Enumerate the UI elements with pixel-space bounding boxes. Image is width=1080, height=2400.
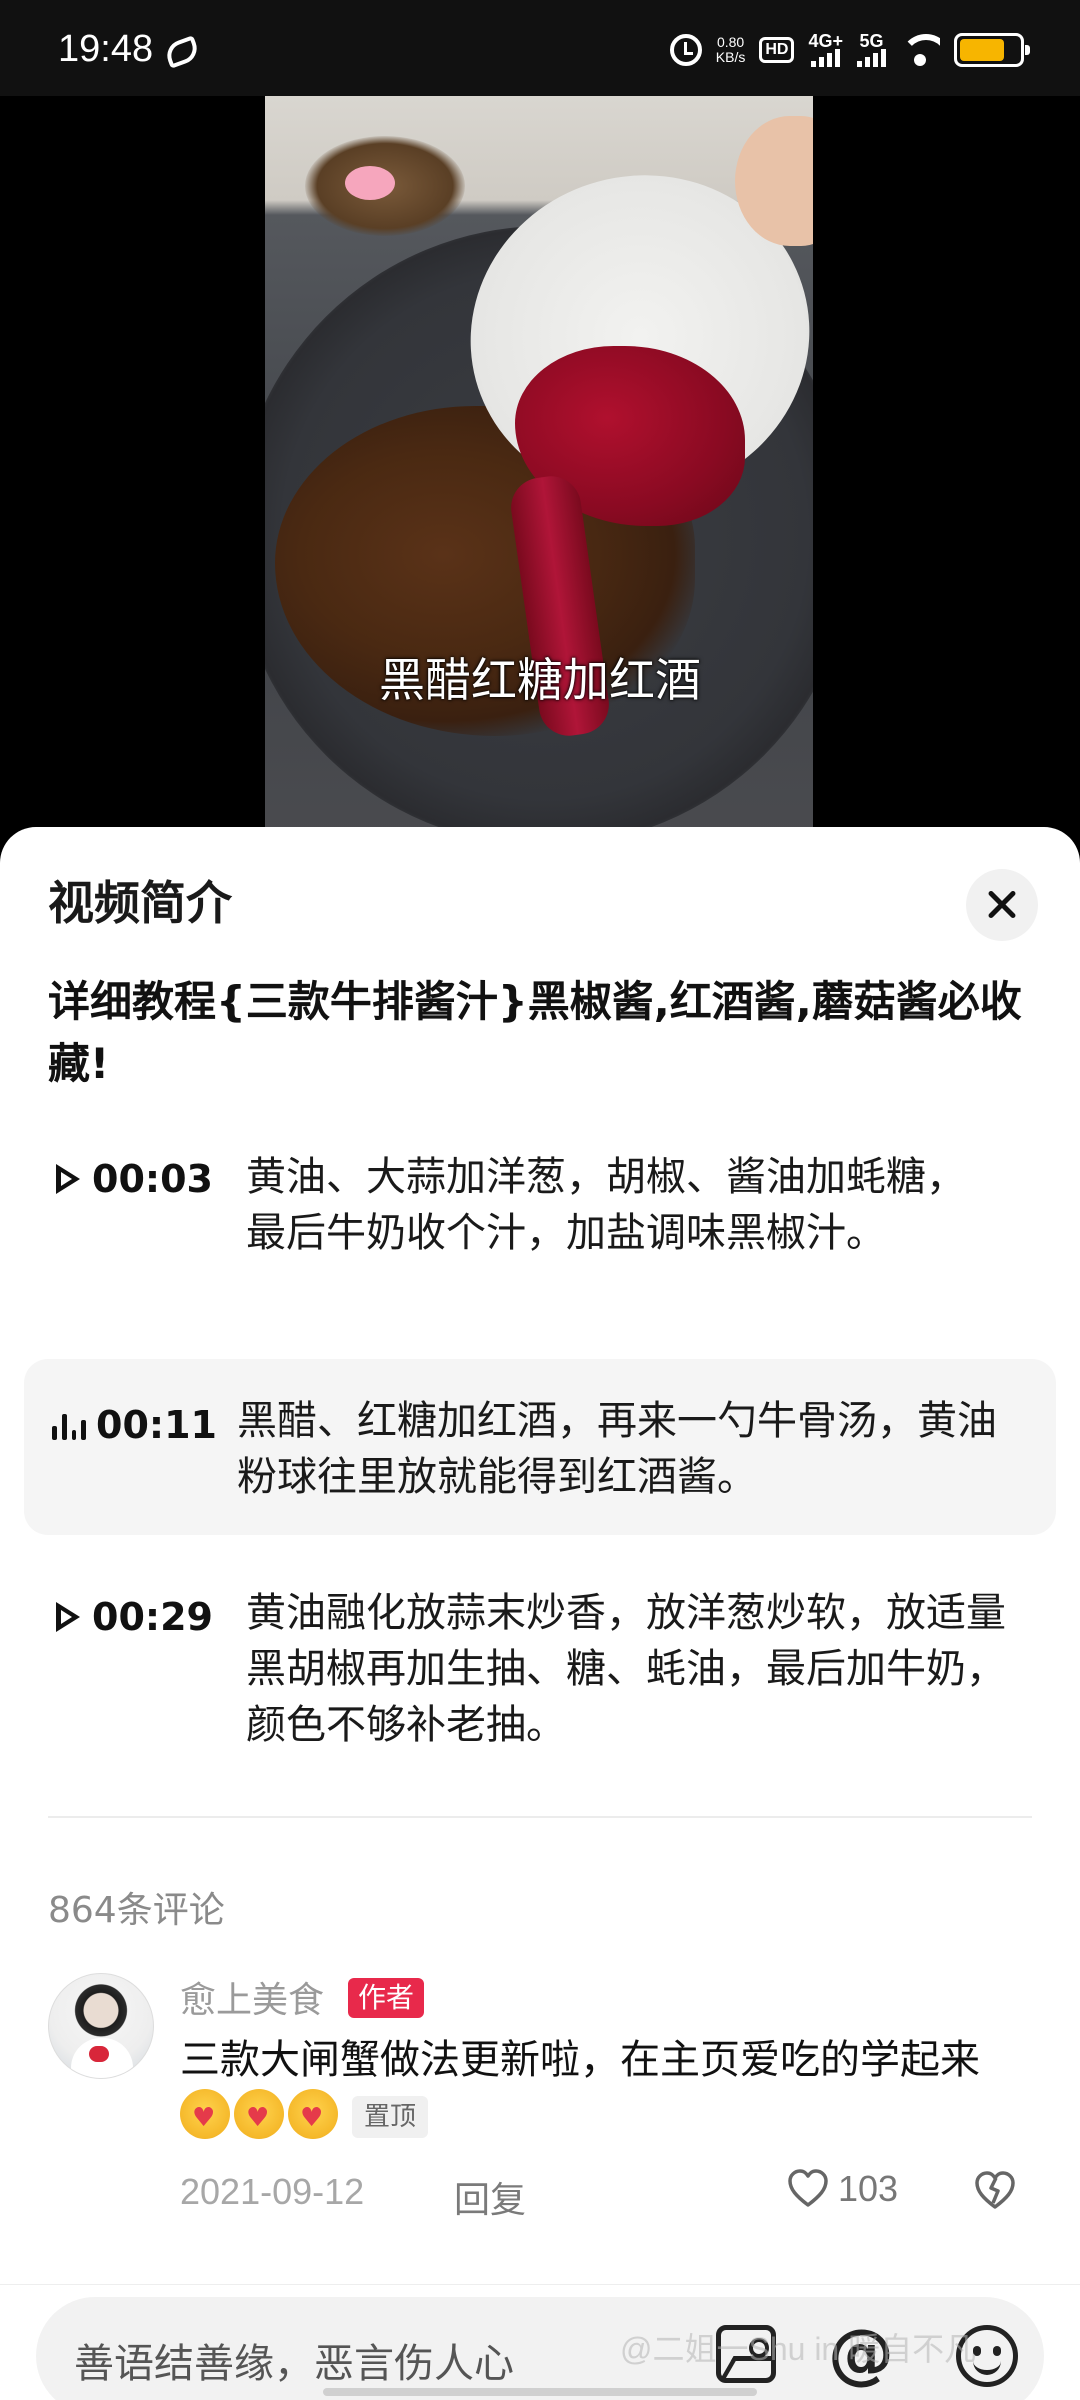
hd-icon: HD	[759, 37, 795, 63]
status-icons: 0.80 KB/s HD 4G+ 5G	[669, 30, 1030, 70]
chapter-timestamp[interactable]: 00:11	[52, 1403, 217, 1447]
pinned-tag: 置顶	[352, 2096, 429, 2138]
comment-username[interactable]: 愈上美食	[180, 1971, 324, 2023]
chapter-item[interactable]: 00:03 黄油、大蒜加洋葱，胡椒、酱油加蚝糖，最后牛奶收个汁，加盐调味黑椒汁。	[24, 1149, 1056, 1309]
dislike-button[interactable]	[972, 2167, 1018, 2213]
author-badge: 作者	[348, 1978, 425, 2018]
chapter-text: 黄油、大蒜加洋葱，胡椒、酱油加蚝糖，最后牛奶收个汁，加盐调味黑椒汁。	[246, 1154, 966, 1256]
net-speed-value: 0.80	[716, 34, 745, 50]
heart-face-emoji-icon	[234, 2089, 284, 2139]
close-button[interactable]	[966, 869, 1038, 941]
avatar-heart	[89, 2046, 109, 2062]
heart-face-emoji-icon	[180, 2089, 230, 2139]
sheet-title: 视频简介	[48, 876, 232, 930]
chapter-time: 00:29	[92, 1595, 213, 1639]
video-subtitle: 黑醋红糖加红酒	[379, 653, 701, 707]
leaf-icon	[162, 35, 202, 69]
net-speed-unit: KB/s	[715, 49, 746, 65]
video-title: 详细教程{三款牛排酱汁}黑椒酱,红酒酱,蘑菇酱必收藏!	[48, 977, 1022, 1088]
comment-input-placeholder: 善语结善缘，恶言伤人心	[74, 2341, 514, 2387]
watermark: @二姐一Shu in 暖自不凡	[620, 2331, 977, 2367]
heart-icon	[788, 2169, 828, 2207]
chapter-text: 黑醋、红糖加红酒，再来一勺牛骨汤，黄油粉球往里放就能得到红酒酱。	[237, 1398, 997, 1500]
network-4g-icon: 4G+	[808, 31, 843, 67]
video-frame[interactable]	[265, 96, 813, 840]
status-bar: 19:48 0.80 KB/s HD 4G+ 5G	[0, 0, 1080, 96]
battery-level	[960, 39, 1004, 61]
signal-bars-icon	[857, 49, 886, 67]
network-5g-label: 5G	[859, 31, 884, 51]
play-icon	[52, 1162, 82, 1196]
play-icon	[52, 1600, 82, 1634]
chapter-timestamp[interactable]: 00:29	[52, 1595, 213, 1639]
comment-text: 三款大闸蟹做法更新啦，在主页爱吃的学起来置顶	[180, 2031, 1020, 2147]
alarm-icon	[669, 34, 702, 66]
like-count: 103	[838, 2168, 899, 2209]
chapter-timestamp[interactable]: 00:03	[52, 1157, 213, 1201]
heart-face-emoji-icon	[288, 2089, 338, 2139]
network-4g-label: 4G+	[808, 31, 843, 51]
video-player[interactable]: 黑醋红糖加红酒	[0, 96, 1080, 840]
chapter-time: 00:03	[92, 1157, 213, 1201]
comment-body: 三款大闸蟹做法更新啦，在主页爱吃的学起来	[180, 2037, 980, 2083]
like-button[interactable]: 103	[786, 2167, 898, 2211]
chapter-item-active[interactable]: 00:11 黑醋、红糖加红酒，再来一勺牛骨汤，黄油粉球往里放就能得到红酒酱。	[24, 1359, 1056, 1535]
video-intro-sheet: 视频简介 详细教程{三款牛排酱汁}黑椒酱,红酒酱,蘑菇酱必收藏! 00:03 黄…	[0, 827, 1080, 2400]
network-5g-icon: 5G	[857, 31, 886, 67]
net-speed: 0.80 KB/s	[716, 35, 746, 65]
chapter-text: 黄油融化放蒜末炒香，放洋葱炒软，放适量黑胡椒再加生抽、糖、蚝油，最后加牛奶，颜色…	[246, 1590, 1006, 1748]
comment-count: 864条评论	[48, 1890, 225, 1931]
home-indicator[interactable]	[323, 2388, 757, 2396]
chapter-time: 00:11	[96, 1403, 217, 1447]
avatar[interactable]	[48, 1973, 154, 2079]
status-time: 19:48	[58, 28, 154, 70]
playing-bars-icon	[52, 1410, 86, 1440]
battery-icon	[954, 33, 1030, 67]
signal-bars-icon	[811, 49, 841, 67]
reply-button[interactable]: 回复	[454, 2171, 526, 2223]
video-frame-pig	[345, 166, 395, 200]
divider	[48, 1816, 1032, 1818]
comment-date: 2021-09-12	[180, 2171, 365, 2212]
wifi-icon	[900, 34, 940, 66]
chapter-item[interactable]: 00:29 黄油融化放蒜末炒香，放洋葱炒软，放适量黑胡椒再加生抽、糖、蚝油，最后…	[24, 1585, 1056, 1765]
